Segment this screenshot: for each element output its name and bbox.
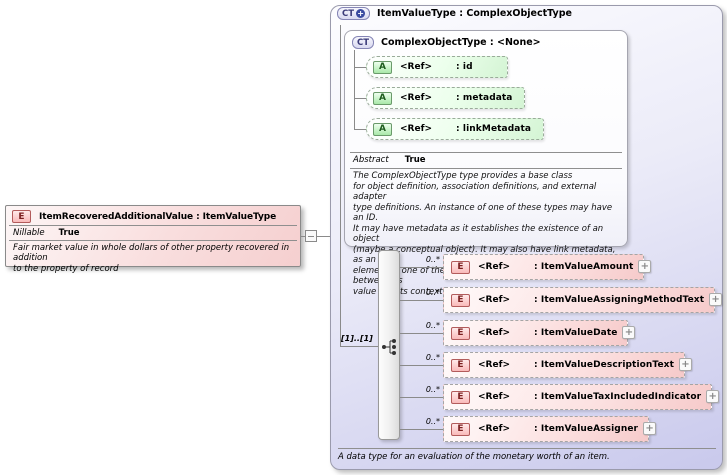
- ref-label: <Ref>: [478, 424, 511, 434]
- attribute-name: : linkMetadata: [456, 124, 532, 134]
- occurs-label: 0..*: [425, 255, 440, 264]
- element-itemvaluedate[interactable]: E <Ref> : ItemValueDate +: [443, 320, 636, 346]
- ref-label: <Ref>: [400, 93, 433, 103]
- outer-type-title: ItemValueType : ComplexObjectType: [377, 8, 572, 19]
- element-stub-line: [400, 429, 443, 430]
- attribute-name: : metadata: [456, 93, 513, 103]
- ref-label: <Ref>: [478, 295, 511, 305]
- element-itemvalueassigningmethodtext[interactable]: E <Ref> : ItemValueAssigningMethodText +: [443, 287, 723, 313]
- ref-label: <Ref>: [478, 262, 511, 272]
- extension-plus-icon: +: [356, 9, 366, 18]
- occurs-label: 0..*: [425, 321, 440, 330]
- expand-icon[interactable]: +: [678, 358, 692, 371]
- occurs-label: 0..*: [425, 385, 440, 394]
- sequence-cardinality: [1]..[1]: [341, 334, 373, 343]
- expand-icon[interactable]: +: [709, 293, 723, 306]
- base-type-title: ComplexObjectType : <None>: [381, 37, 541, 48]
- element-stub-line: [400, 397, 443, 398]
- content-connector-vline: [340, 25, 341, 347]
- attribute-name: : id: [456, 62, 473, 72]
- attribute-id[interactable]: A <Ref> : id: [366, 56, 508, 78]
- occurs-label: 0..*: [425, 288, 440, 297]
- element-stub-line: [400, 365, 443, 366]
- element-stub-line: [400, 267, 443, 268]
- expand-icon[interactable]: +: [622, 326, 636, 339]
- element-itemvaluetaxincludedindicator[interactable]: E <Ref> : ItemValueTaxIncludedIndicator …: [443, 384, 720, 410]
- property-value: True: [404, 155, 426, 165]
- element-itemvalueassigner[interactable]: E <Ref> : ItemValueAssigner +: [443, 416, 657, 442]
- divider: [350, 168, 622, 169]
- attribute-connector-vline: [354, 50, 355, 129]
- element-badge: E: [451, 422, 470, 436]
- element-name: : ItemValueTaxIncludedIndicator: [534, 392, 702, 402]
- outer-type-annotation: A data type for an evaluation of the mon…: [338, 452, 610, 462]
- element-node-header: E ItemRecoveredAdditionalValue : ItemVal…: [6, 206, 300, 225]
- element-badge: E: [451, 293, 470, 307]
- property-value: True: [58, 228, 80, 238]
- attribute-stub-line: [354, 67, 366, 68]
- collapse-toggle[interactable]: [305, 230, 317, 242]
- element-stub-line: [400, 300, 443, 301]
- element-description: Fair market value in whole dollars of ot…: [13, 243, 290, 274]
- xsd-diagram: CT + ItemValueType : ComplexObjectType […: [0, 0, 727, 475]
- element-badge: E: [451, 358, 470, 372]
- attribute-stub-line: [354, 98, 366, 99]
- element-itemvaluedescriptiontext[interactable]: E <Ref> : ItemValueDescriptionText +: [443, 352, 692, 378]
- element-badge: E: [451, 390, 470, 404]
- ct-badge-label: CT: [357, 37, 370, 48]
- sequence-connector-hline: [340, 346, 378, 347]
- expand-icon[interactable]: +: [643, 422, 657, 435]
- element-name: : ItemValueDescriptionText: [534, 360, 674, 370]
- property-name: Abstract: [353, 155, 389, 165]
- attribute-badge: A: [373, 122, 392, 136]
- nillable-property-row: Nillable True: [6, 226, 300, 240]
- ct-badge-label: CT: [342, 8, 355, 19]
- occurs-label: 0..*: [425, 417, 440, 426]
- attribute-badge: A: [373, 91, 392, 105]
- ref-label: <Ref>: [478, 392, 511, 402]
- base-type-header: CT ComplexObjectType : <None>: [352, 36, 541, 49]
- element-name: : ItemValueAssigner: [534, 424, 639, 434]
- ref-label: <Ref>: [400, 62, 433, 72]
- expand-icon[interactable]: +: [638, 260, 652, 273]
- ref-label: <Ref>: [478, 360, 511, 370]
- sequence-icon: [382, 339, 396, 355]
- divider: [338, 448, 716, 449]
- expand-icon[interactable]: +: [706, 390, 720, 403]
- element-stub-line: [400, 333, 443, 334]
- abstract-property-row: Abstract True: [353, 155, 426, 165]
- element-node-title: ItemRecoveredAdditionalValue : ItemValue…: [39, 211, 277, 222]
- outer-type-header: CT + ItemValueType : ComplexObjectType: [337, 7, 572, 20]
- element-name: : ItemValueAmount: [534, 262, 634, 272]
- element-name: : ItemValueAssigningMethodText: [534, 295, 705, 305]
- complex-type-badge: CT: [352, 36, 375, 49]
- ref-label: <Ref>: [400, 124, 433, 134]
- element-badge: E: [12, 210, 31, 223]
- attribute-linkmetadata[interactable]: A <Ref> : linkMetadata: [366, 118, 545, 140]
- ref-label: <Ref>: [478, 328, 511, 338]
- attribute-stub-line: [354, 129, 366, 130]
- property-name: Nillable: [13, 228, 45, 238]
- divider: [350, 152, 622, 153]
- element-badge: E: [451, 260, 470, 274]
- element-badge: E: [451, 326, 470, 340]
- complex-type-extension-badge: CT +: [337, 7, 371, 20]
- element-name: : ItemValueDate: [534, 328, 618, 338]
- minus-icon: [308, 235, 314, 237]
- attribute-badge: A: [373, 60, 392, 74]
- element-itemvalueamount[interactable]: E <Ref> : ItemValueAmount +: [443, 254, 652, 280]
- attribute-metadata[interactable]: A <Ref> : metadata: [366, 87, 526, 109]
- occurs-label: 0..*: [425, 353, 440, 362]
- element-node-itemrecoveredadditionalvalue[interactable]: E ItemRecoveredAdditionalValue : ItemVal…: [5, 205, 301, 274]
